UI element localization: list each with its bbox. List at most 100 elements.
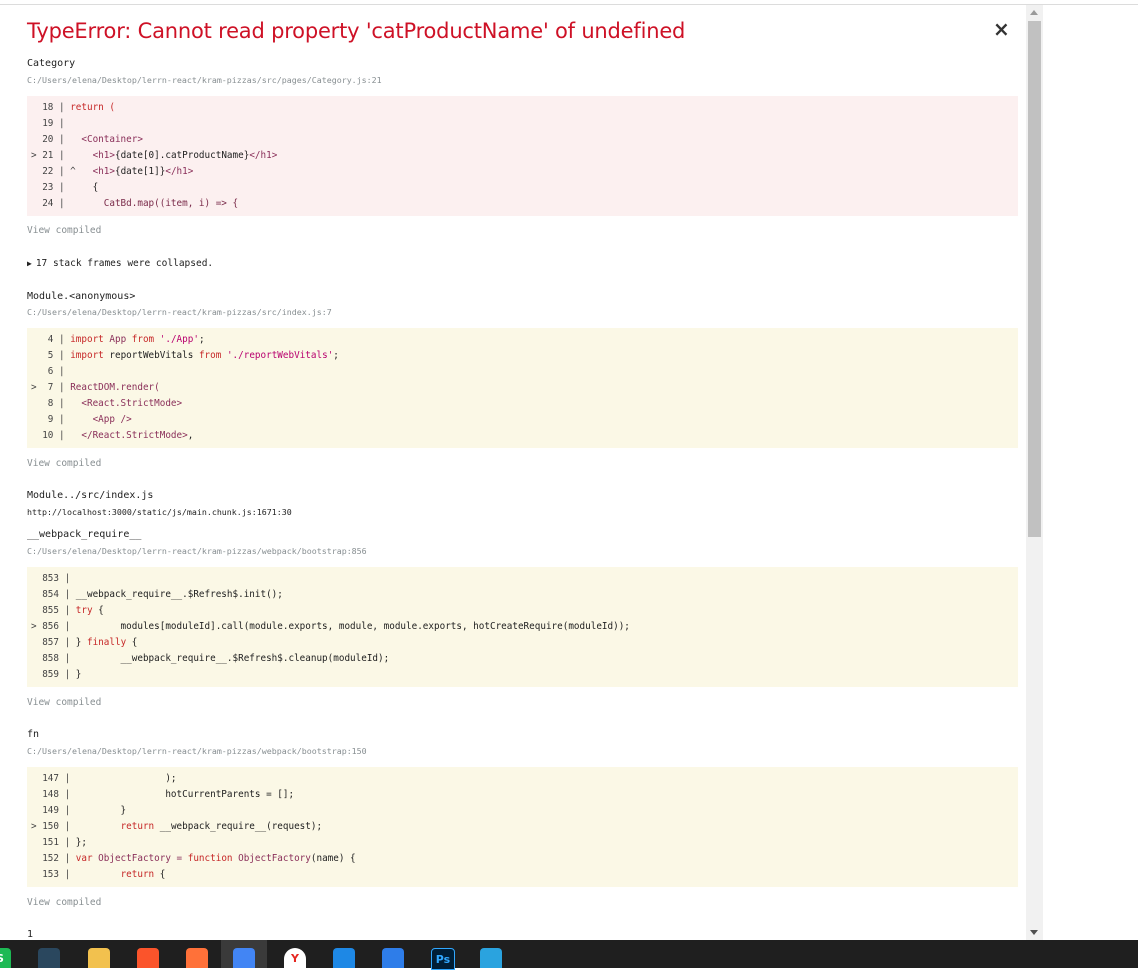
code-token: ; — [198, 334, 205, 345]
chrome-icon[interactable] — [233, 948, 255, 968]
line-number-gutter: 8 | — [31, 398, 71, 409]
line-number-gutter: 147 | — [31, 773, 76, 784]
scroll-down-arrow-icon[interactable] — [1030, 930, 1038, 935]
code-line: 19 | — [27, 116, 1018, 132]
next-frame-number: 1 — [27, 929, 34, 940]
frame-file-path[interactable]: C:/Users/elena/Desktop/lerrn-react/kram-… — [27, 546, 367, 556]
code-line: 854 | __webpack_require__.$Refresh$.init… — [27, 587, 1018, 603]
line-number-gutter: 151 | — [31, 837, 76, 848]
error-overlay: TypeError: Cannot read property 'catProd… — [0, 5, 1026, 940]
code-line: > 856 | modules[moduleId].call(module.ex… — [27, 619, 1018, 635]
code-token: CatBd.map((item, i) => { — [70, 198, 239, 209]
code-line: 858 | __webpack_require__.$Refresh$.clea… — [27, 651, 1018, 667]
yandex-icon[interactable]: Y — [284, 948, 306, 968]
line-number-gutter: 855 | — [31, 605, 76, 616]
frame-file-path[interactable]: http://localhost:3000/static/js/main.chu… — [27, 507, 292, 517]
frame-function-name: Category — [27, 58, 76, 69]
collapsed-frames-toggle[interactable]: ▶ 17 stack frames were collapsed. — [27, 258, 213, 269]
frame-file-path[interactable]: C:/Users/elena/Desktop/lerrn-react/kram-… — [27, 75, 382, 85]
line-number-gutter: 859 | — [31, 669, 76, 680]
code-token: ObjectFactory — [238, 853, 311, 864]
code-token: __webpack_require__(request); — [159, 821, 323, 832]
line-number-gutter: > 21 | — [31, 150, 71, 161]
code-line: 10 | </React.StrictMode>, — [27, 428, 1018, 444]
code-line: 148 | hotCurrentParents = []; — [27, 787, 1018, 803]
line-number-gutter: 5 | — [31, 350, 71, 361]
code-line: 857 | } finally { — [27, 635, 1018, 651]
code-token: import — [70, 334, 110, 345]
code-line: > 7 | ReactDOM.render( — [27, 380, 1018, 396]
vscode-icon[interactable] — [333, 948, 355, 968]
code-token: } — [75, 669, 82, 680]
view-compiled-link[interactable]: View compiled — [27, 897, 101, 908]
line-number-gutter: 153 | — [31, 869, 76, 880]
line-number-gutter: 6 | — [31, 366, 71, 377]
code-token: ); — [75, 773, 177, 784]
triangle-right-icon: ▶ — [27, 259, 32, 268]
code-line: 855 | try { — [27, 603, 1018, 619]
code-token: } — [75, 637, 87, 648]
code-token: { — [70, 182, 99, 193]
code-line: 24 | CatBd.map((item, i) => { — [27, 196, 1018, 212]
code-token: modules[moduleId].call(module.exports, m… — [75, 621, 630, 632]
code-token: <h1> — [75, 166, 115, 177]
code-token: ObjectFactory = — [98, 853, 188, 864]
code-line: 149 | } — [27, 803, 1018, 819]
line-number-gutter: 857 | — [31, 637, 76, 648]
line-number-gutter: 4 | — [31, 334, 71, 345]
line-number-gutter: 148 | — [31, 789, 76, 800]
frame-function-name: fn — [27, 729, 40, 740]
code-token: <Container> — [70, 134, 143, 145]
code-token: from — [198, 350, 227, 361]
telegram-icon[interactable] — [480, 948, 502, 968]
code-line: 20 | <Container> — [27, 132, 1018, 148]
code-token: ReactDOM.render( — [70, 382, 160, 393]
frame-file-path[interactable]: C:/Users/elena/Desktop/lerrn-react/kram-… — [27, 746, 367, 756]
code-token: import — [70, 350, 110, 361]
line-number-gutter: 152 | — [31, 853, 76, 864]
code-token: }; — [75, 837, 87, 848]
scrollbar-thumb[interactable] — [1028, 21, 1041, 537]
line-number-gutter: 23 | — [31, 182, 71, 193]
line-number-gutter: 853 | — [31, 573, 76, 584]
frame-file-path[interactable]: C:/Users/elena/Desktop/lerrn-react/kram-… — [27, 307, 332, 317]
code-snippet: 147 | ); 148 | hotCurrentParents = []; 1… — [27, 767, 1018, 887]
s-app-icon[interactable]: S — [0, 948, 11, 968]
code-token: return — [120, 821, 160, 832]
steam-icon[interactable] — [38, 948, 60, 968]
line-number-gutter: > 150 | — [31, 821, 76, 832]
code-snippet: 4 | import App from './App'; 5 | import … — [27, 328, 1018, 448]
code-token: try — [75, 605, 99, 616]
code-line: > 150 | return __webpack_require__(reque… — [27, 819, 1018, 835]
scroll-up-arrow-icon[interactable] — [1030, 10, 1038, 15]
code-token: function — [187, 853, 239, 864]
code-token: reportWebVitals — [109, 350, 199, 361]
code-token: __webpack_require__.$Refresh$.init(); — [75, 589, 283, 600]
code-line: 151 | }; — [27, 835, 1018, 851]
todo-icon[interactable] — [382, 948, 404, 968]
code-line: 153 | return { — [27, 867, 1018, 883]
line-number-gutter: 18 | — [31, 102, 71, 113]
firefox-icon[interactable] — [186, 948, 208, 968]
view-compiled-link[interactable]: View compiled — [27, 697, 101, 708]
vertical-scrollbar[interactable] — [1026, 5, 1043, 940]
frame-function-name: Module../src/index.js — [27, 490, 154, 501]
code-token: './App' — [159, 334, 199, 345]
close-button[interactable]: × — [993, 17, 1010, 41]
code-token: <h1> — [70, 150, 115, 161]
code-token: {date[0].catProductName} — [114, 150, 250, 161]
code-token: return — [120, 869, 160, 880]
line-number-gutter: > 7 | — [31, 382, 71, 393]
view-compiled-link[interactable]: View compiled — [27, 458, 101, 469]
file-explorer-icon[interactable] — [88, 948, 110, 968]
code-line: 853 | — [27, 571, 1018, 587]
photoshop-icon[interactable]: Ps — [431, 948, 455, 970]
line-number-gutter: 854 | — [31, 589, 76, 600]
brave-icon[interactable] — [137, 948, 159, 968]
code-token: __webpack_require__.$Refresh$.cleanup(mo… — [75, 653, 390, 664]
line-number-gutter: 858 | — [31, 653, 76, 664]
code-token: <React.StrictMode> — [70, 398, 183, 409]
view-compiled-link[interactable]: View compiled — [27, 225, 101, 236]
